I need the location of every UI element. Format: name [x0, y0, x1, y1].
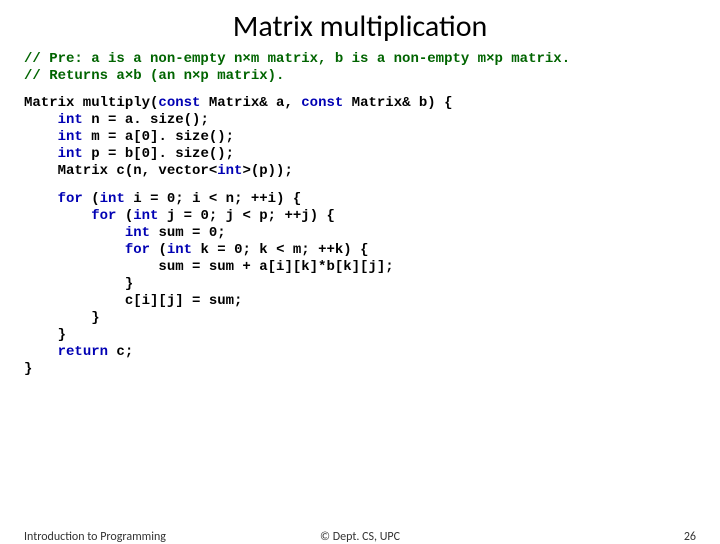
code-text [24, 208, 91, 224]
code-text: Matrix c(n, vector< [24, 163, 217, 179]
code-text: } [24, 327, 66, 343]
code-text: ( [83, 191, 100, 207]
code-block: // Pre: a is a non-empty n×m matrix, b i… [24, 51, 696, 85]
code-text: m = a[0]. size(); [83, 129, 234, 145]
keyword-int: int [58, 146, 83, 162]
page-number: 26 [684, 530, 696, 544]
keyword-for: for [91, 208, 116, 224]
code-text: k = 0; k < m; ++k) { [192, 242, 368, 258]
code-text [24, 225, 125, 241]
footer-center: © Dept. CS, UPC [0, 530, 720, 544]
code-text: sum = sum + a[i][k]*b[k][j]; [24, 259, 394, 275]
keyword-int: int [100, 191, 125, 207]
keyword-const: const [158, 95, 200, 111]
code-text [24, 344, 58, 360]
keyword-for: for [125, 242, 150, 258]
code-text [24, 191, 58, 207]
code-text: } [24, 276, 133, 292]
keyword-int: int [58, 129, 83, 145]
code-block: Matrix multiply(const Matrix& a, const M… [24, 95, 696, 180]
code-text: >(p)); [242, 163, 292, 179]
code-text [24, 112, 58, 128]
code-text: n = a. size(); [83, 112, 209, 128]
code-text: j = 0; j < p; ++j) { [158, 208, 334, 224]
keyword-return: return [58, 344, 108, 360]
keyword-int: int [133, 208, 158, 224]
code-text: ( [150, 242, 167, 258]
code-text: sum = 0; [150, 225, 226, 241]
code-text: Matrix multiply( [24, 95, 158, 111]
code-text [24, 146, 58, 162]
keyword-int: int [167, 242, 192, 258]
comment-line: // Pre: a is a non-empty n×m matrix, b i… [24, 51, 570, 67]
code-text: } [24, 361, 32, 377]
keyword-for: for [58, 191, 83, 207]
code-text: c; [108, 344, 133, 360]
code-text: Matrix& b) { [343, 95, 452, 111]
code-text: c[i][j] = sum; [24, 293, 242, 309]
code-text: Matrix& a, [200, 95, 301, 111]
keyword-int: int [58, 112, 83, 128]
slide-title: Matrix multiplication [0, 0, 720, 51]
keyword-int: int [125, 225, 150, 241]
code-text [24, 129, 58, 145]
code-text: } [24, 310, 100, 326]
slide-body: // Pre: a is a non-empty n×m matrix, b i… [0, 51, 720, 378]
keyword-const: const [301, 95, 343, 111]
keyword-int: int [217, 163, 242, 179]
code-text: i = 0; i < n; ++i) { [125, 191, 301, 207]
code-text: ( [116, 208, 133, 224]
code-text: p = b[0]. size(); [83, 146, 234, 162]
code-block: for (int i = 0; i < n; ++i) { for (int j… [24, 191, 696, 379]
code-text [24, 242, 125, 258]
comment-line: // Returns a×b (an n×p matrix). [24, 68, 284, 84]
